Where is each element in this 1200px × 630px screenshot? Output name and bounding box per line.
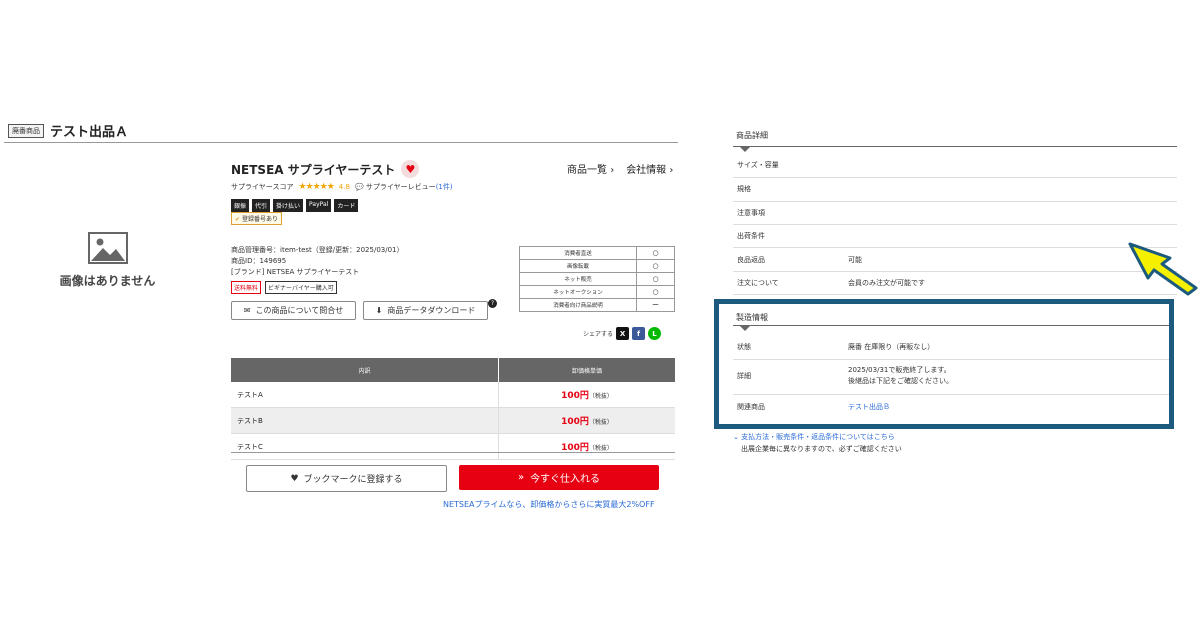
detail-row: サイズ・容量 — [733, 153, 1177, 178]
pointer-arrow-icon — [1128, 242, 1198, 296]
double-chevron-down-icon: » — [517, 472, 525, 483]
chevron-right-icon: › — [669, 165, 674, 176]
manufacture-row: 詳細 2025/03/31で販売終了します。 後継品は下記をご確認ください。 — [733, 359, 1169, 395]
share-label: シェアする — [583, 331, 614, 338]
column-header-breakdown: 内訳 — [231, 358, 499, 382]
manufacture-row: 状態 廃番 在庫限り（再販なし） — [733, 334, 1169, 360]
star-rating: ★★★★★ — [298, 182, 334, 192]
supplier-links: 商品一覧 › 会社情報 › — [567, 161, 673, 176]
price-table: 内訳 卸価格単価 テストA 100円（税抜） テストB 100円（税抜） テスト… — [231, 358, 675, 460]
price-table-divider — [231, 452, 675, 453]
product-badges: 送料無料 ビギナーバイヤー購入可 — [231, 281, 337, 294]
bookmark-button[interactable]: ♥ ブックマークに登録する — [246, 465, 447, 492]
chevron-right-icon: › — [610, 165, 615, 176]
feature-table: 消費者直送 ○ 画像転載 ○ ネット販売 ○ ネットオークション ○ 消費者向け商品説明… — [519, 246, 675, 312]
payment-terms-link[interactable]: ⌄ 支払方法・販売条件・返品条件についてはこちら — [733, 432, 895, 442]
notch — [740, 326, 750, 331]
detail-row: 注意事項 — [733, 201, 1177, 225]
table-row: テストC 100円（税抜） — [231, 433, 675, 460]
brand: [ブランド] NETSEA サプライヤーテスト — [231, 268, 360, 276]
payment-badge: PayPal — [306, 199, 332, 212]
no-image-placeholder: 画像はありません — [40, 232, 175, 289]
detail-row: 規格 — [733, 177, 1177, 202]
download-button[interactable]: ⬇ 商品データダウンロード — [363, 301, 488, 320]
favorite-supplier-button[interactable]: ♥ — [401, 160, 420, 178]
x-share-button[interactable]: X — [616, 327, 630, 340]
title-row: 廃番商品 テスト出品Ａ — [8, 121, 128, 140]
details-divider — [733, 146, 1177, 147]
table-row: 消費者直送 ○ — [519, 246, 675, 260]
page-title: テスト出品Ａ — [50, 125, 129, 140]
payment-badge: カード — [334, 199, 359, 212]
table-row: 画像転載 ○ — [519, 259, 675, 273]
title-divider — [4, 142, 678, 143]
supplier-name[interactable]: NETSEA サプライヤーテスト — [231, 161, 395, 178]
heart-icon: ♥ — [405, 162, 416, 176]
discontinued-tag: 廃番商品 — [8, 123, 44, 138]
help-icon[interactable]: ? — [488, 299, 497, 308]
table-row: 消費者向け商品説明ー — [519, 298, 675, 312]
check-icon: ✔ — [235, 216, 241, 223]
product-id: 商品ID：149695 — [231, 257, 287, 265]
no-image-text: 画像はありません — [59, 274, 156, 288]
table-row: ネット販売 ○ — [519, 272, 675, 286]
score-value: 4.8 — [338, 183, 350, 191]
score-row: サプライヤースコア ★★★★★ 4.8 💬 サプライヤーレビュー(1件) — [231, 182, 453, 192]
details-heading: 商品詳細 — [736, 131, 768, 140]
table-row: ネットオークション ○ — [519, 285, 675, 299]
manufacture-row: 関連商品 テスト出品Ｂ — [737, 402, 890, 413]
notch — [740, 147, 750, 152]
payment-methods: 銀振 代引 掛け払い PayPal カード — [231, 199, 359, 212]
inquiry-button[interactable]: ✉ この商品について問合せ — [231, 301, 356, 320]
facebook-share-button[interactable]: f — [632, 327, 646, 340]
product-list-link[interactable]: 商品一覧 › — [567, 161, 614, 176]
mail-icon: ✉ — [243, 306, 251, 315]
free-shipping-badge: 送料無料 — [231, 281, 262, 294]
detail-row: 良品返品 可能 — [733, 247, 1177, 272]
image-placeholder-icon — [87, 232, 128, 264]
heart-icon: ♥ — [290, 473, 299, 484]
product-meta: 商品管理番号：item-test（登録/更新：2025/03/01） 商品ID：… — [231, 245, 404, 278]
line-share-button[interactable]: L — [648, 327, 662, 340]
beginner-buyer-badge: ビギナーバイヤー購入可 — [265, 281, 337, 294]
supplier-name-row: NETSEA サプライヤーテスト ♥ — [231, 160, 420, 178]
share-row: シェアする X f L — [583, 327, 662, 340]
manufacture-divider — [733, 325, 1169, 326]
review-link[interactable]: 💬 サプライヤーレビュー(1件) — [355, 182, 453, 192]
column-header-unit-price: 卸価格単価 — [498, 358, 675, 382]
chevron-down-icon: ⌄ — [733, 433, 739, 441]
payment-terms-note: 出展企業毎に異なりますので、必ずご確認ください — [741, 445, 902, 453]
company-info-link[interactable]: 会社情報 › — [626, 161, 673, 176]
related-product-link[interactable]: テスト出品Ｂ — [848, 402, 890, 413]
payment-badge: 銀振 — [231, 199, 250, 212]
table-row: テストB 100円（税抜） — [231, 407, 675, 434]
manage-number: 商品管理番号：item-test（登録/更新：2025/03/01） — [231, 246, 404, 254]
payment-badge: 掛け払い — [273, 199, 304, 212]
prime-link[interactable]: NETSEAプライムなら、卸価格からさらに実質最大2%OFF — [443, 499, 655, 510]
score-label: サプライヤースコア — [231, 183, 294, 191]
table-row: テストA 100円（税抜） — [231, 382, 675, 408]
buy-now-button[interactable]: » 今すぐ仕入れる — [459, 465, 659, 490]
download-icon: ⬇ — [375, 306, 383, 315]
comment-icon: 💬 — [354, 183, 364, 191]
detail-row: 出荷条件 — [733, 224, 1177, 248]
payment-badge: 代引 — [252, 199, 271, 212]
manufacture-heading: 製造情報 — [736, 313, 768, 322]
registration-badge: ✔ 登録番号あり — [231, 212, 282, 225]
detail-row: 注文について 会員のみ注文が可能です — [733, 271, 1177, 295]
